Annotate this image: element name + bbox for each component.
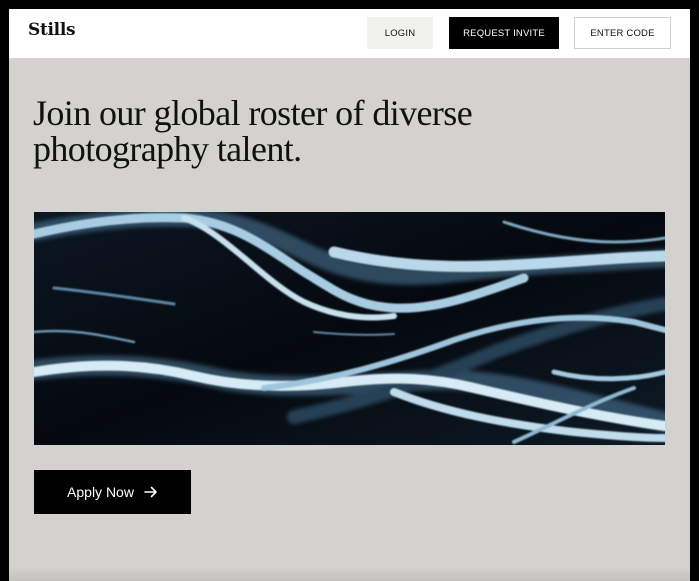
- page-bottom-shadow: [9, 567, 690, 581]
- enter-code-button[interactable]: ENTER CODE: [574, 17, 671, 49]
- request-invite-button[interactable]: REQUEST INVITE: [449, 17, 559, 49]
- arrow-right-icon: [144, 486, 158, 498]
- page: Stills LOGIN REQUEST INVITE ENTER CODE J…: [9, 9, 690, 581]
- page-headline: Join our global roster of diverse photog…: [33, 93, 473, 169]
- login-button[interactable]: LOGIN: [367, 17, 433, 49]
- hero-image: [34, 212, 665, 445]
- apply-now-label: Apply Now: [67, 484, 134, 500]
- browser-frame: Stills LOGIN REQUEST INVITE ENTER CODE J…: [0, 0, 699, 581]
- brand-logo[interactable]: Stills: [28, 20, 76, 40]
- top-navigation: Stills LOGIN REQUEST INVITE ENTER CODE: [9, 9, 690, 58]
- apply-now-button[interactable]: Apply Now: [34, 470, 191, 514]
